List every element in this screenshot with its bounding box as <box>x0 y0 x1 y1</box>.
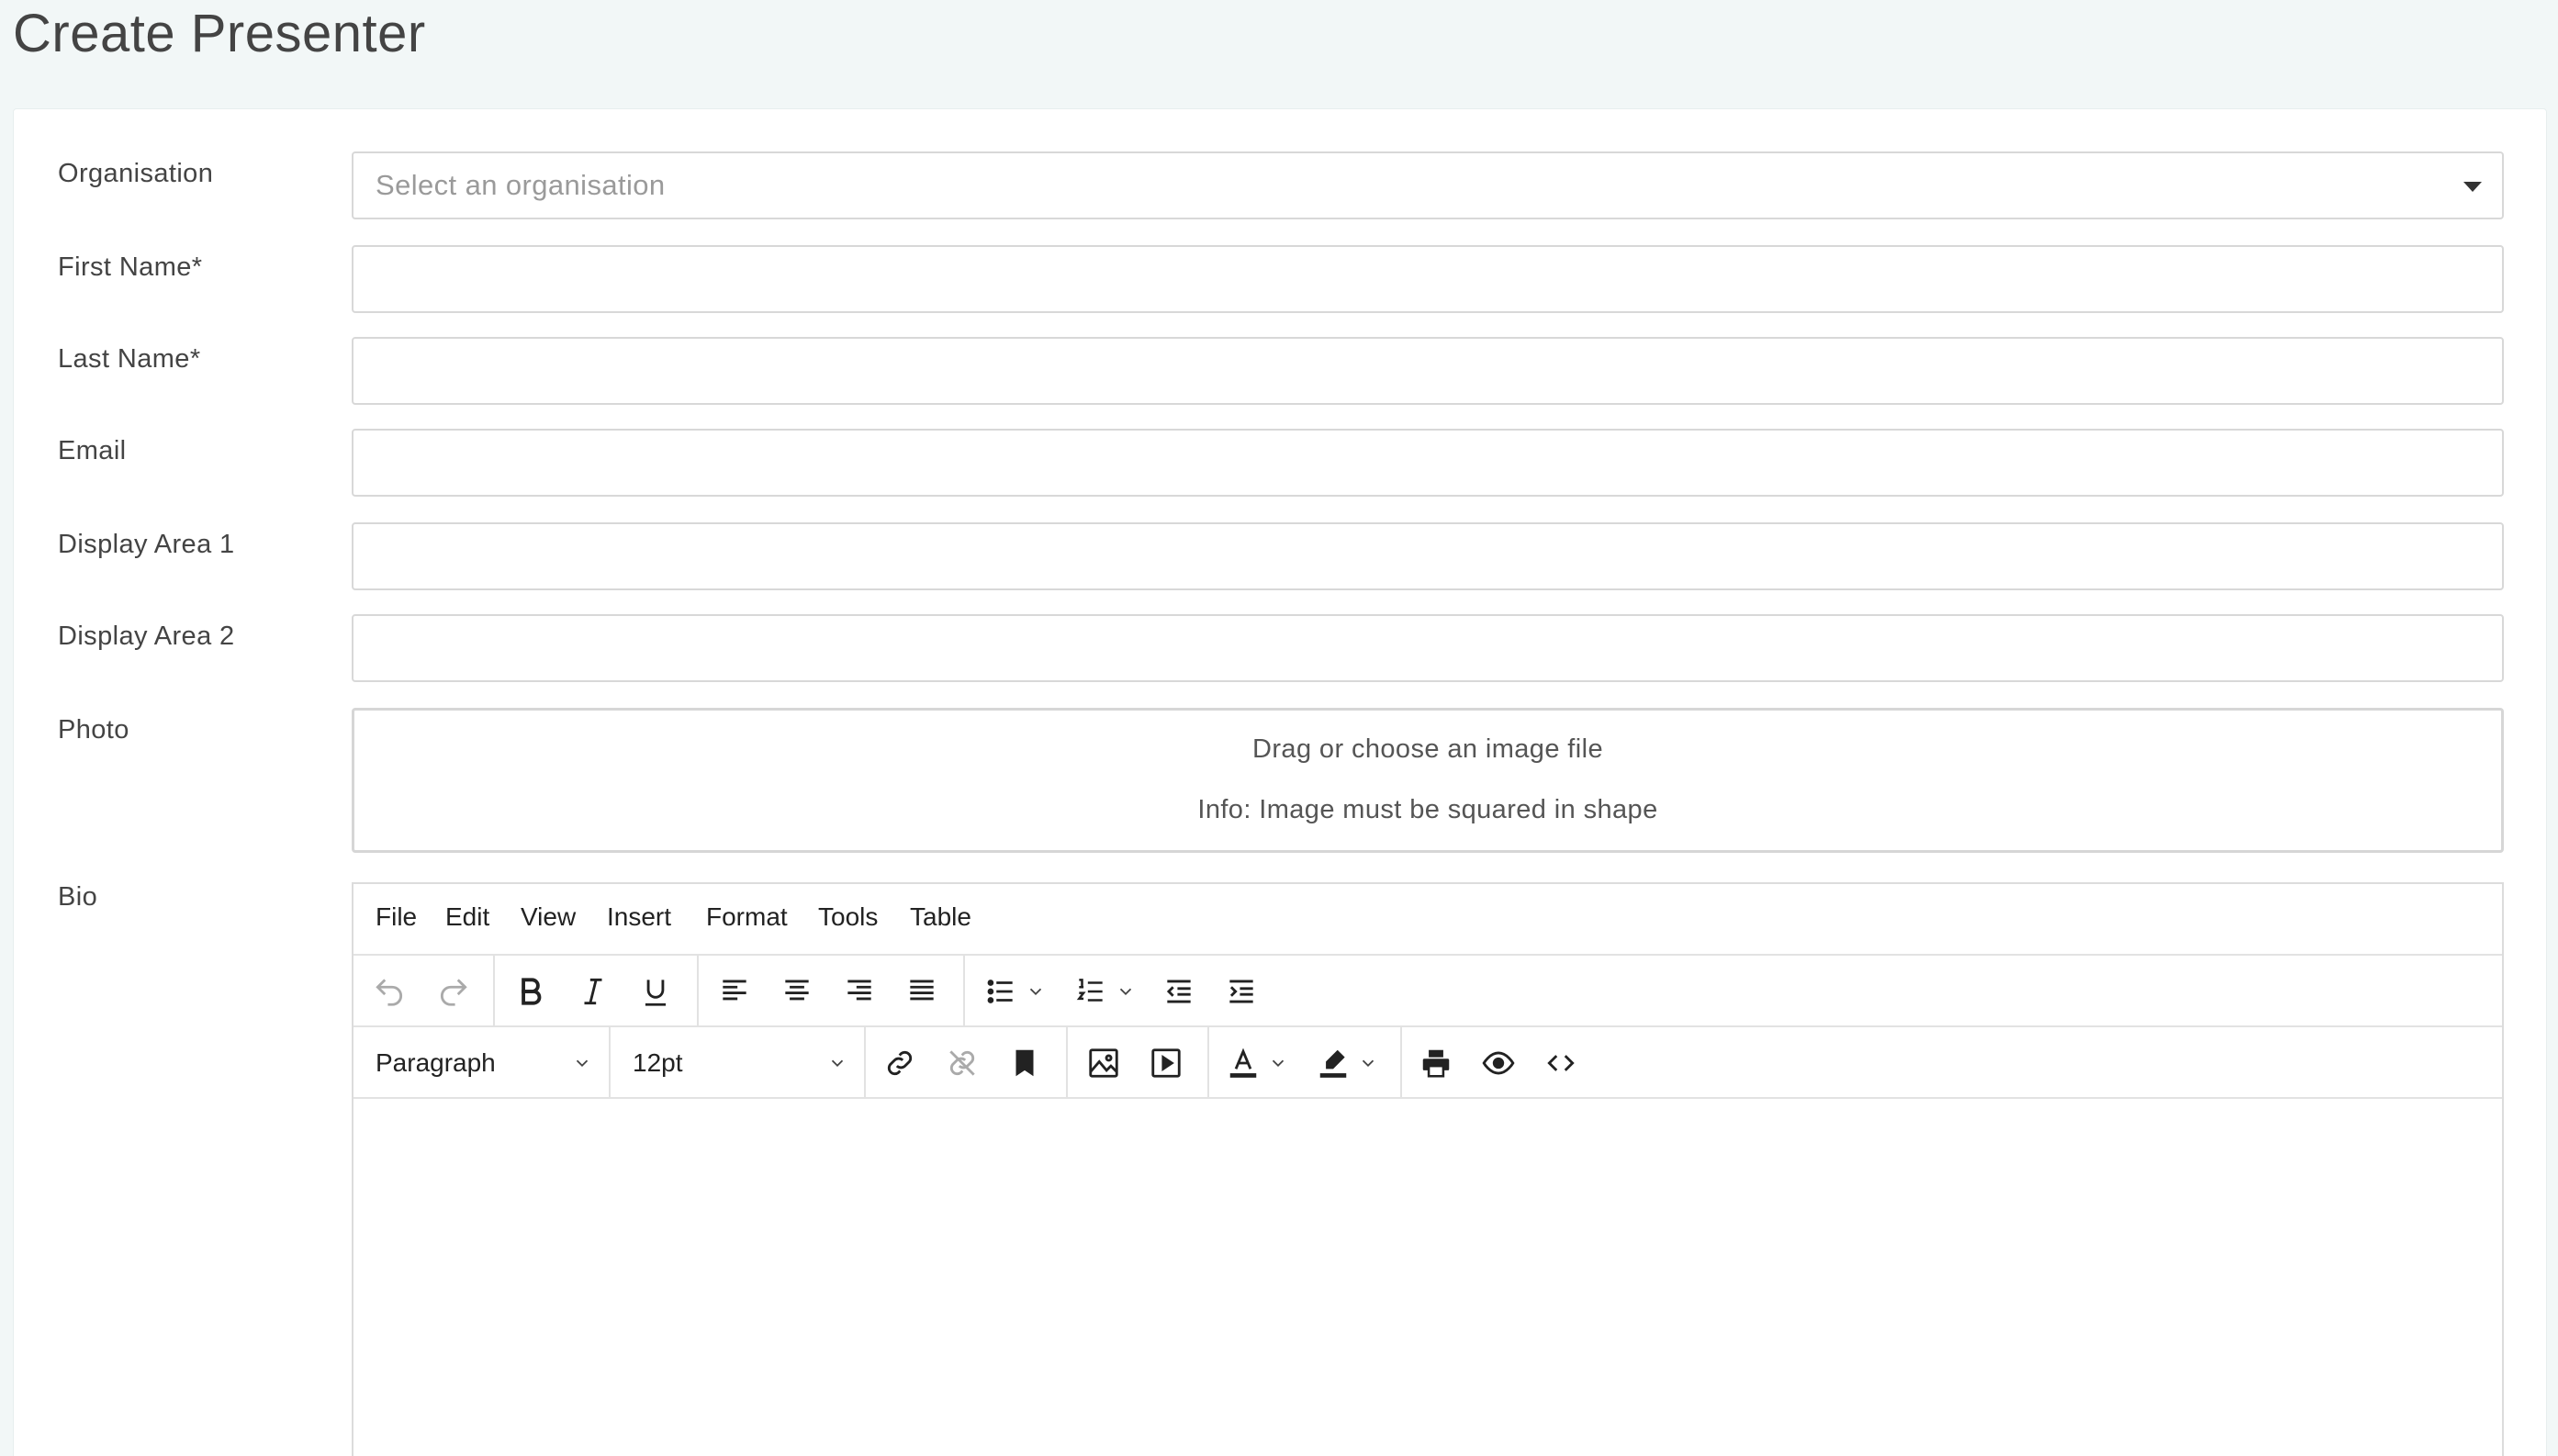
menu-tools[interactable]: Tools <box>818 902 878 932</box>
unlink-icon[interactable] <box>939 1040 985 1086</box>
bio-rich-text-editor: File Edit View Insert Format Tools Table <box>352 882 2504 1456</box>
menu-table[interactable]: Table <box>910 902 971 932</box>
outdent-icon[interactable] <box>1156 969 1202 1014</box>
email-field-wrap <box>352 429 2504 497</box>
last-name-input[interactable] <box>353 339 2502 403</box>
display-area-2-input[interactable] <box>353 616 2502 680</box>
font-size-value: 12pt <box>633 1048 683 1077</box>
toolbar-separator <box>493 956 495 1027</box>
photo-dropzone[interactable]: Drag or choose an image file Info: Image… <box>352 708 2504 853</box>
bullet-list-icon[interactable] <box>978 969 1024 1014</box>
text-color-icon[interactable] <box>1220 1040 1266 1086</box>
menu-edit[interactable]: Edit <box>445 902 489 932</box>
editor-toolbar-2: Paragraph 12pt <box>353 1027 2502 1099</box>
display-area-2-field-wrap <box>352 614 2504 682</box>
align-left-icon[interactable] <box>712 969 757 1014</box>
email-input[interactable] <box>353 431 2502 495</box>
display-area-1-label: Display Area 1 <box>58 530 235 559</box>
bold-icon[interactable] <box>508 969 554 1014</box>
editor-menubar: File Edit View Insert Format Tools Table <box>353 884 2502 956</box>
editor-content-area[interactable] <box>353 1099 2502 1456</box>
media-icon[interactable] <box>1143 1040 1189 1086</box>
align-center-icon[interactable] <box>774 969 820 1014</box>
editor-toolbar-1 <box>353 956 2502 1027</box>
image-icon[interactable] <box>1081 1040 1127 1086</box>
display-area-1-input[interactable] <box>353 524 2502 588</box>
italic-icon[interactable] <box>570 969 616 1014</box>
bio-label: Bio <box>58 882 98 912</box>
highlight-icon[interactable] <box>1310 1040 1356 1086</box>
toolbar-separator <box>1207 1027 1209 1099</box>
menu-file[interactable]: File <box>376 902 417 932</box>
justify-icon[interactable] <box>899 969 945 1014</box>
underline-icon[interactable] <box>633 969 679 1014</box>
photo-dropzone-prompt: Drag or choose an image file <box>1252 734 1603 764</box>
toolbar-separator <box>864 1027 866 1099</box>
toolbar-separator <box>1066 1027 1068 1099</box>
display-area-2-label: Display Area 2 <box>58 622 235 651</box>
first-name-input[interactable] <box>353 247 2502 311</box>
numbered-list-icon[interactable] <box>1068 969 1114 1014</box>
display-area-1-field-wrap <box>352 522 2504 590</box>
block-format-dropdown[interactable]: Paragraph <box>353 1027 609 1099</box>
preview-eye-icon[interactable] <box>1475 1040 1521 1086</box>
menu-view[interactable]: View <box>521 902 576 932</box>
code-icon[interactable] <box>1538 1040 1584 1086</box>
toolbar-separator <box>1400 1027 1402 1099</box>
form-card: Organisation Select an organisation Firs… <box>13 108 2547 1456</box>
print-icon[interactable] <box>1413 1040 1459 1086</box>
block-format-value: Paragraph <box>376 1048 496 1077</box>
bookmark-icon[interactable] <box>1002 1040 1048 1086</box>
organisation-placeholder: Select an organisation <box>376 169 666 201</box>
chevron-down-icon <box>576 1059 589 1068</box>
chevron-down-icon <box>831 1059 844 1068</box>
caret-down-icon <box>2463 182 2482 192</box>
menu-insert[interactable]: Insert <box>607 902 671 932</box>
menu-format[interactable]: Format <box>706 902 788 932</box>
toolbar-separator <box>963 956 965 1027</box>
indent-icon[interactable] <box>1218 969 1264 1014</box>
photo-label: Photo <box>58 715 129 745</box>
last-name-field-wrap <box>352 337 2504 405</box>
photo-dropzone-info: Info: Image must be squared in shape <box>1197 795 1658 824</box>
last-name-label: Last Name* <box>58 344 201 374</box>
numbered-list-chevron-icon[interactable] <box>1112 969 1139 1014</box>
page-title: Create Presenter <box>13 4 426 63</box>
redo-icon[interactable] <box>431 969 477 1014</box>
first-name-label: First Name* <box>58 252 203 282</box>
align-right-icon[interactable] <box>836 969 882 1014</box>
highlight-chevron-icon[interactable] <box>1354 1040 1382 1086</box>
organisation-select[interactable]: Select an organisation <box>352 151 2504 219</box>
email-label: Email <box>58 436 127 465</box>
font-size-dropdown[interactable]: 12pt <box>611 1027 864 1099</box>
undo-icon[interactable] <box>366 969 412 1014</box>
link-icon[interactable] <box>877 1040 923 1086</box>
bullet-list-chevron-icon[interactable] <box>1022 969 1049 1014</box>
toolbar-separator <box>697 956 699 1027</box>
organisation-label: Organisation <box>58 159 214 188</box>
text-color-chevron-icon[interactable] <box>1264 1040 1292 1086</box>
first-name-field-wrap <box>352 245 2504 313</box>
